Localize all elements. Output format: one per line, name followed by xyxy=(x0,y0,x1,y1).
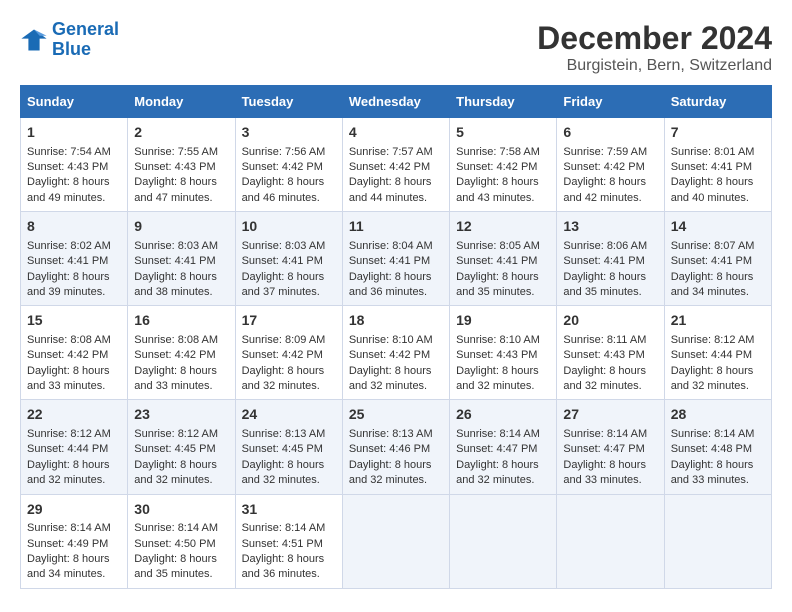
day-number: 17 xyxy=(242,311,336,331)
calendar-cell: 20Sunrise: 8:11 AMSunset: 4:43 PMDayligh… xyxy=(557,306,664,400)
calendar-week-row: 15Sunrise: 8:08 AMSunset: 4:42 PMDayligh… xyxy=(21,306,772,400)
day-number: 15 xyxy=(27,311,121,331)
calendar-cell: 2Sunrise: 7:55 AMSunset: 4:43 PMDaylight… xyxy=(128,118,235,212)
calendar-cell: 22Sunrise: 8:12 AMSunset: 4:44 PMDayligh… xyxy=(21,400,128,494)
day-number: 29 xyxy=(27,500,121,520)
calendar-cell: 3Sunrise: 7:56 AMSunset: 4:42 PMDaylight… xyxy=(235,118,342,212)
logo-text: GeneralBlue xyxy=(52,20,119,60)
day-number: 13 xyxy=(563,217,657,237)
header-monday: Monday xyxy=(128,86,235,118)
page-title: December 2024 xyxy=(537,20,772,57)
calendar-cell: 24Sunrise: 8:13 AMSunset: 4:45 PMDayligh… xyxy=(235,400,342,494)
header-saturday: Saturday xyxy=(664,86,771,118)
calendar-cell: 19Sunrise: 8:10 AMSunset: 4:43 PMDayligh… xyxy=(450,306,557,400)
day-number: 5 xyxy=(456,123,550,143)
calendar-week-row: 1Sunrise: 7:54 AMSunset: 4:43 PMDaylight… xyxy=(21,118,772,212)
day-number: 10 xyxy=(242,217,336,237)
calendar-cell: 5Sunrise: 7:58 AMSunset: 4:42 PMDaylight… xyxy=(450,118,557,212)
logo-icon xyxy=(20,26,48,54)
day-number: 21 xyxy=(671,311,765,331)
calendar-cell: 21Sunrise: 8:12 AMSunset: 4:44 PMDayligh… xyxy=(664,306,771,400)
calendar-week-row: 22Sunrise: 8:12 AMSunset: 4:44 PMDayligh… xyxy=(21,400,772,494)
calendar-cell: 16Sunrise: 8:08 AMSunset: 4:42 PMDayligh… xyxy=(128,306,235,400)
day-number: 30 xyxy=(134,500,228,520)
day-number: 24 xyxy=(242,405,336,425)
calendar-cell: 4Sunrise: 7:57 AMSunset: 4:42 PMDaylight… xyxy=(342,118,449,212)
day-number: 9 xyxy=(134,217,228,237)
day-number: 18 xyxy=(349,311,443,331)
calendar-week-row: 8Sunrise: 8:02 AMSunset: 4:41 PMDaylight… xyxy=(21,212,772,306)
day-number: 8 xyxy=(27,217,121,237)
day-number: 6 xyxy=(563,123,657,143)
calendar-cell: 30Sunrise: 8:14 AMSunset: 4:50 PMDayligh… xyxy=(128,494,235,588)
logo: GeneralBlue xyxy=(20,20,119,60)
day-number: 27 xyxy=(563,405,657,425)
calendar-cell: 23Sunrise: 8:12 AMSunset: 4:45 PMDayligh… xyxy=(128,400,235,494)
day-number: 19 xyxy=(456,311,550,331)
day-number: 7 xyxy=(671,123,765,143)
page-header: GeneralBlue December 2024 Burgistein, Be… xyxy=(20,20,772,75)
day-number: 31 xyxy=(242,500,336,520)
day-number: 14 xyxy=(671,217,765,237)
calendar-cell xyxy=(557,494,664,588)
header-tuesday: Tuesday xyxy=(235,86,342,118)
day-number: 11 xyxy=(349,217,443,237)
calendar-cell: 7Sunrise: 8:01 AMSunset: 4:41 PMDaylight… xyxy=(664,118,771,212)
calendar-cell: 6Sunrise: 7:59 AMSunset: 4:42 PMDaylight… xyxy=(557,118,664,212)
calendar-cell: 26Sunrise: 8:14 AMSunset: 4:47 PMDayligh… xyxy=(450,400,557,494)
calendar-header-row: Sunday Monday Tuesday Wednesday Thursday… xyxy=(21,86,772,118)
calendar-cell: 18Sunrise: 8:10 AMSunset: 4:42 PMDayligh… xyxy=(342,306,449,400)
calendar-cell: 8Sunrise: 8:02 AMSunset: 4:41 PMDaylight… xyxy=(21,212,128,306)
header-sunday: Sunday xyxy=(21,86,128,118)
day-number: 25 xyxy=(349,405,443,425)
day-number: 4 xyxy=(349,123,443,143)
calendar-cell xyxy=(664,494,771,588)
calendar-cell xyxy=(342,494,449,588)
calendar-cell: 1Sunrise: 7:54 AMSunset: 4:43 PMDaylight… xyxy=(21,118,128,212)
calendar-cell: 17Sunrise: 8:09 AMSunset: 4:42 PMDayligh… xyxy=(235,306,342,400)
page-subtitle: Burgistein, Bern, Switzerland xyxy=(537,57,772,75)
header-friday: Friday xyxy=(557,86,664,118)
header-wednesday: Wednesday xyxy=(342,86,449,118)
calendar-table: Sunday Monday Tuesday Wednesday Thursday… xyxy=(20,85,772,589)
header-thursday: Thursday xyxy=(450,86,557,118)
calendar-cell: 9Sunrise: 8:03 AMSunset: 4:41 PMDaylight… xyxy=(128,212,235,306)
calendar-cell: 29Sunrise: 8:14 AMSunset: 4:49 PMDayligh… xyxy=(21,494,128,588)
day-number: 20 xyxy=(563,311,657,331)
calendar-cell: 14Sunrise: 8:07 AMSunset: 4:41 PMDayligh… xyxy=(664,212,771,306)
calendar-cell: 27Sunrise: 8:14 AMSunset: 4:47 PMDayligh… xyxy=(557,400,664,494)
calendar-cell: 28Sunrise: 8:14 AMSunset: 4:48 PMDayligh… xyxy=(664,400,771,494)
day-number: 26 xyxy=(456,405,550,425)
calendar-cell: 31Sunrise: 8:14 AMSunset: 4:51 PMDayligh… xyxy=(235,494,342,588)
day-number: 28 xyxy=(671,405,765,425)
day-number: 3 xyxy=(242,123,336,143)
calendar-cell: 12Sunrise: 8:05 AMSunset: 4:41 PMDayligh… xyxy=(450,212,557,306)
calendar-cell: 25Sunrise: 8:13 AMSunset: 4:46 PMDayligh… xyxy=(342,400,449,494)
day-number: 1 xyxy=(27,123,121,143)
calendar-cell: 11Sunrise: 8:04 AMSunset: 4:41 PMDayligh… xyxy=(342,212,449,306)
day-number: 16 xyxy=(134,311,228,331)
calendar-cell: 13Sunrise: 8:06 AMSunset: 4:41 PMDayligh… xyxy=(557,212,664,306)
calendar-cell xyxy=(450,494,557,588)
day-number: 2 xyxy=(134,123,228,143)
day-number: 23 xyxy=(134,405,228,425)
title-area: December 2024 Burgistein, Bern, Switzerl… xyxy=(537,20,772,75)
calendar-cell: 15Sunrise: 8:08 AMSunset: 4:42 PMDayligh… xyxy=(21,306,128,400)
calendar-week-row: 29Sunrise: 8:14 AMSunset: 4:49 PMDayligh… xyxy=(21,494,772,588)
day-number: 22 xyxy=(27,405,121,425)
day-number: 12 xyxy=(456,217,550,237)
calendar-cell: 10Sunrise: 8:03 AMSunset: 4:41 PMDayligh… xyxy=(235,212,342,306)
